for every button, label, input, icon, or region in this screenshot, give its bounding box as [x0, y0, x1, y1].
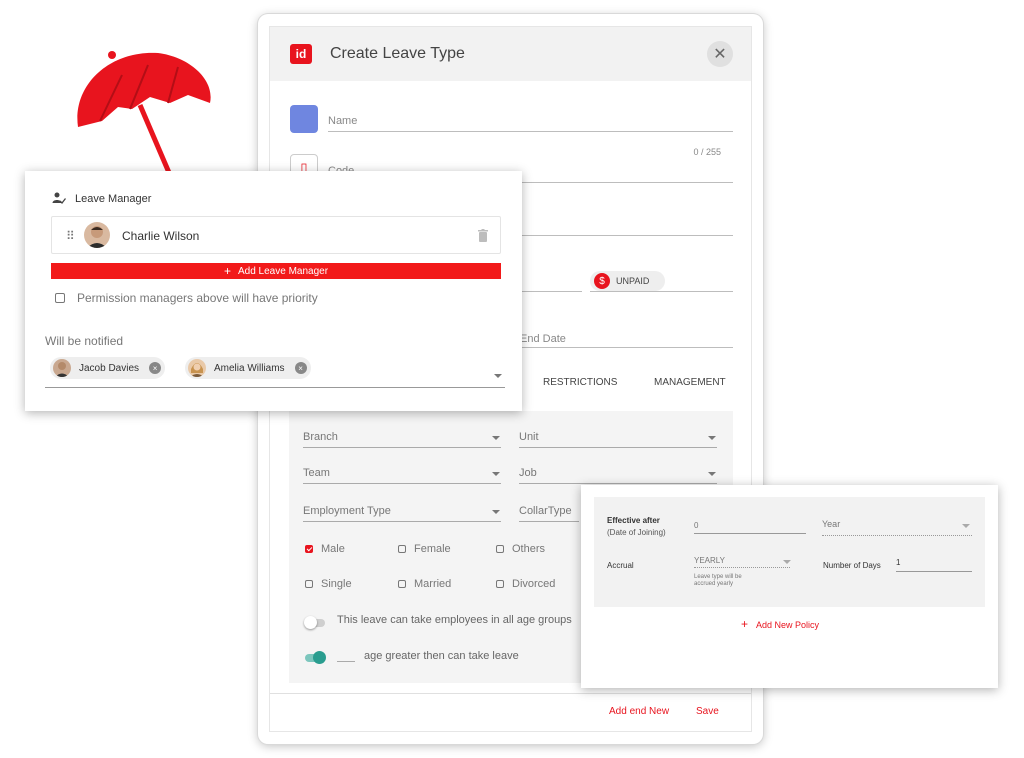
number-of-days-input[interactable]: [896, 571, 972, 572]
footer-divider: [270, 693, 751, 694]
collar-type-select-label: CollarType: [519, 505, 572, 517]
dialog-title: Create Leave Type: [330, 45, 465, 62]
accrual-hint-2: accrued yearly: [694, 581, 734, 587]
chevron-down-icon: [783, 560, 791, 564]
unpaid-label: UNPAID: [616, 276, 650, 286]
name-input[interactable]: [328, 131, 733, 132]
plus-icon: +: [741, 617, 749, 631]
trash-icon[interactable]: [478, 229, 488, 242]
avatar: [84, 222, 110, 248]
policy-card: Effective after (Date of Joining) 0 Year…: [581, 485, 998, 688]
notified-select[interactable]: [45, 387, 505, 388]
leave-manager-title: Leave Manager: [75, 193, 152, 205]
notified-chip-jacob[interactable]: Jacob Davies ×: [50, 357, 166, 379]
add-new-policy-button[interactable]: + Add New Policy: [741, 617, 819, 631]
close-icon[interactable]: ×: [149, 362, 162, 374]
age-greater-toggle[interactable]: [305, 651, 326, 664]
collar-type-select[interactable]: [519, 521, 579, 522]
branch-select[interactable]: [303, 447, 501, 448]
unit-select[interactable]: [519, 447, 717, 448]
gender-others-checkbox[interactable]: Others: [496, 543, 545, 555]
notified-chip-amelia[interactable]: Amelia Williams ×: [185, 357, 311, 379]
dialog-header: id Create Leave Type ✕: [270, 27, 751, 81]
accrual-select-value: YEARLY: [694, 556, 725, 565]
period-select[interactable]: [822, 535, 972, 536]
unit-select-label: Unit: [519, 431, 539, 443]
policy-row: Effective after (Date of Joining) 0 Year…: [594, 497, 985, 607]
employment-type-select[interactable]: [303, 521, 501, 522]
user-check-icon: [52, 192, 66, 204]
accrual-hint: Leave type will be: [694, 574, 742, 580]
add-leave-manager-label: Add Leave Manager: [237, 265, 329, 277]
job-select[interactable]: [519, 483, 717, 484]
avatar: [188, 359, 206, 377]
unpaid-chip[interactable]: $ UNPAID: [590, 271, 666, 291]
number-of-days-label: Number of Days: [823, 561, 881, 570]
effective-after-value: 0: [694, 521, 699, 530]
effective-after-input[interactable]: [694, 533, 806, 534]
plus-icon: +: [223, 264, 231, 278]
chevron-down-icon[interactable]: [494, 374, 502, 378]
marital-single-checkbox[interactable]: Single: [305, 578, 352, 590]
add-and-new-button[interactable]: Add end New: [609, 706, 669, 717]
dollar-icon: $: [594, 273, 610, 289]
chevron-down-icon: [708, 472, 716, 476]
tab-restrictions[interactable]: RESTRICTIONS: [543, 377, 617, 388]
chevron-down-icon: [492, 436, 500, 440]
end-date-input[interactable]: [520, 347, 733, 348]
chevron-down-icon: [492, 510, 500, 514]
manager-name: Charlie Wilson: [122, 229, 200, 243]
save-button[interactable]: Save: [696, 706, 719, 717]
branch-select-label: Branch: [303, 431, 338, 443]
chevron-down-icon: [492, 472, 500, 476]
tab-management[interactable]: MANAGEMENT: [654, 377, 726, 388]
chevron-down-icon: [962, 524, 970, 528]
gender-male-checkbox[interactable]: Male: [305, 543, 345, 555]
notified-name: Jacob Davies: [79, 362, 140, 374]
age-greater-toggle-label: age greater then can take leave: [364, 650, 519, 662]
team-select-label: Team: [303, 467, 330, 479]
notified-name: Amelia Williams: [214, 362, 285, 374]
drag-handle-icon[interactable]: ⠿: [66, 229, 75, 243]
name-label: Name: [328, 115, 358, 127]
close-icon[interactable]: ×: [294, 362, 307, 374]
effective-after-sublabel: (Date of Joining): [607, 528, 666, 537]
accrual-label: Accrual: [607, 561, 634, 570]
close-icon[interactable]: ✕: [707, 41, 733, 67]
app-logo: id: [290, 44, 312, 64]
avatar: [53, 359, 71, 377]
all-ages-toggle-label: This leave can take employees in all age…: [337, 614, 572, 626]
chevron-down-icon: [708, 436, 716, 440]
team-select[interactable]: [303, 483, 501, 484]
period-select-value: Year: [822, 519, 841, 529]
paid-type-underline: [590, 291, 733, 292]
umbrella-illustration: [77, 51, 211, 176]
add-leave-manager-button[interactable]: + Add Leave Manager: [51, 263, 501, 279]
job-select-label: Job: [519, 467, 537, 479]
end-date-label: End Date: [520, 333, 566, 345]
permission-priority-label: Permission managers above will have prio…: [77, 291, 318, 305]
gender-female-checkbox[interactable]: Female: [398, 543, 451, 555]
leave-manager-card: Leave Manager ⠿ Charlie Wilson + Add Lea…: [25, 171, 522, 411]
marital-married-checkbox[interactable]: Married: [398, 578, 451, 590]
manager-row[interactable]: ⠿ Charlie Wilson: [51, 216, 501, 254]
name-char-counter: 0 / 255: [693, 147, 721, 157]
add-new-policy-label: Add New Policy: [756, 620, 820, 630]
employment-type-select-label: Employment Type: [303, 505, 391, 517]
all-ages-toggle[interactable]: [304, 616, 325, 629]
permission-priority-checkbox[interactable]: Permission managers above will have prio…: [55, 291, 318, 305]
color-picker-swatch[interactable]: [290, 105, 318, 133]
accrual-select[interactable]: [694, 567, 790, 568]
notified-label: Will be notified: [45, 334, 124, 348]
marital-divorced-checkbox[interactable]: Divorced: [496, 578, 555, 590]
age-input[interactable]: [337, 661, 355, 662]
effective-after-label: Effective after: [607, 516, 660, 525]
number-of-days-value: 1: [896, 558, 901, 567]
